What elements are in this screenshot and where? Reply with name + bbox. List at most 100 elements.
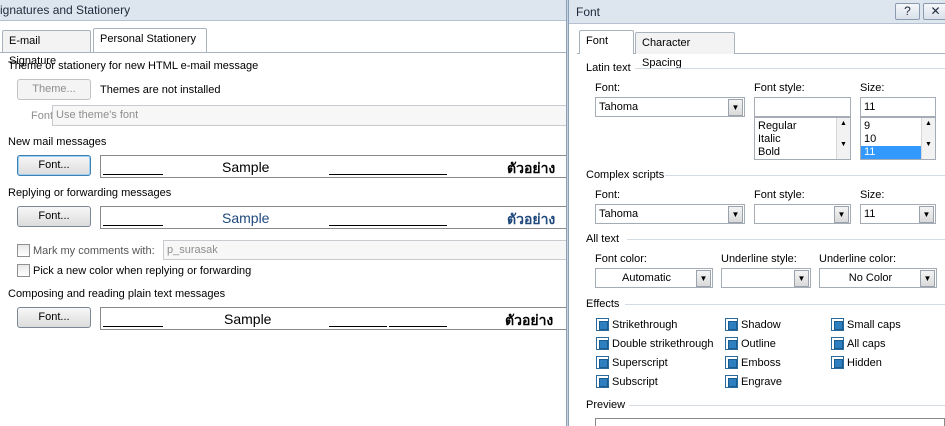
tab-font[interactable]: Font (579, 30, 634, 54)
close-button[interactable]: ✕ (923, 3, 945, 20)
latin-style-list[interactable]: Regular Italic Bold ▲ ▼ (754, 117, 851, 160)
double-strikethrough-checkbox[interactable] (596, 337, 609, 350)
mark-comments-checkbox[interactable] (17, 244, 30, 257)
new-mail-thai-sample: ตัวอย่าง (507, 161, 556, 177)
reply-thai-sample: ตัวอย่าง (507, 212, 556, 228)
shadow-checkbox[interactable] (725, 318, 738, 331)
underline-color-combo[interactable]: No Color ▼ (819, 268, 937, 288)
complex-font-value: Tahoma (599, 208, 639, 220)
outline-checkbox[interactable] (725, 337, 738, 350)
plain-text-sample-box: Sample ตัวอย่าง (100, 307, 570, 330)
list-item-selected[interactable]: 11 (861, 146, 921, 159)
new-mail-heading: New mail messages (8, 136, 107, 148)
latin-font-value: Tahoma (599, 101, 639, 113)
hidden-checkbox[interactable] (831, 356, 844, 369)
theme-section-heading: Theme or stationery for new HTML e-mail … (8, 60, 259, 72)
complex-style-combo[interactable]: ▼ (754, 204, 851, 224)
complex-size-value: 11 (864, 208, 876, 220)
superscript-label: Superscript (612, 357, 668, 369)
chevron-down-icon[interactable]: ▼ (794, 270, 809, 287)
emboss-checkbox[interactable] (725, 356, 738, 369)
tab-character-spacing-label: Character Spacing (642, 37, 691, 69)
complex-size-combo[interactable]: 11 ▼ (860, 204, 936, 224)
help-button[interactable]: ? (895, 3, 920, 20)
signatures-dialog: Signatures and Stationery E-mail Signatu… (0, 0, 573, 426)
pick-color-checkbox[interactable] (17, 264, 30, 277)
complex-style-label: Font style: (754, 189, 805, 201)
theme-button[interactable]: Theme... (17, 79, 91, 100)
reply-heading: Replying or forwarding messages (8, 187, 172, 199)
chevron-down-icon[interactable]: ▼ (728, 99, 743, 116)
new-mail-sample-box: Sample ตัวอย่าง (100, 155, 570, 178)
chevron-down-icon[interactable]: ▼ (919, 206, 934, 223)
latin-size-list[interactable]: 9 10 11 ▲ ▼ (860, 117, 936, 160)
subscript-label: Subscript (612, 376, 658, 388)
tab-personal-stationery[interactable]: Personal Stationery (93, 28, 207, 52)
superscript-checkbox[interactable] (596, 356, 609, 369)
effects-heading: Effects (586, 298, 620, 310)
emboss-label: Emboss (741, 357, 781, 369)
theme-status-text: Themes are not installed (100, 84, 221, 96)
effects-separator (625, 304, 945, 305)
complex-separator (665, 175, 945, 176)
complex-heading: Complex scripts (586, 169, 665, 181)
new-mail-font-button[interactable]: Font... (17, 155, 91, 176)
engrave-checkbox[interactable] (725, 375, 738, 388)
plain-text-font-button[interactable]: Font... (17, 307, 91, 328)
engrave-label: Engrave (741, 376, 782, 388)
latin-size-label: Size: (860, 82, 885, 94)
complex-font-label: Font: (595, 189, 621, 201)
all-text-separator (627, 239, 945, 240)
all-text-heading: All text (586, 233, 620, 245)
scrollbar[interactable]: ▲ ▼ (921, 118, 935, 159)
font-title-bar: Font ? ✕ (569, 0, 945, 24)
latin-font-combo[interactable]: Tahoma ▼ (595, 97, 745, 117)
mark-comments-label: Mark my comments with: (33, 245, 155, 257)
small-caps-label: Small caps (847, 319, 901, 331)
reply-font-button[interactable]: Font... (17, 206, 91, 227)
small-caps-checkbox[interactable] (831, 318, 844, 331)
new-mail-sample-text: Sample (222, 159, 270, 175)
sample-underline-right (329, 225, 447, 226)
scrollbar[interactable]: ▲ ▼ (836, 118, 850, 159)
signatures-title-bar: Signatures and Stationery (0, 0, 568, 21)
latin-size-input[interactable]: 11 (860, 97, 936, 117)
signatures-title: Signatures and Stationery (0, 3, 131, 17)
underline-color-value: No Color (848, 272, 893, 284)
latin-text-heading: Latin text (586, 62, 631, 74)
font-color-combo[interactable]: Automatic ▼ (595, 268, 713, 288)
hidden-label: Hidden (847, 357, 882, 369)
double-strikethrough-label: Double strikethrough (612, 338, 714, 350)
tab-font-label: Font (586, 35, 609, 47)
chevron-down-icon[interactable]: ▼ (834, 206, 849, 223)
strikethrough-label: Strikethrough (612, 319, 678, 331)
sample-underline-left (103, 174, 163, 175)
strikethrough-checkbox[interactable] (596, 318, 609, 331)
font-dialog-title: Font (576, 5, 601, 19)
tab-character-spacing[interactable]: Character Spacing (635, 32, 735, 69)
underline-style-combo[interactable]: ▼ (721, 268, 811, 288)
mark-comments-input[interactable]: p_surasak (163, 240, 573, 260)
all-caps-checkbox[interactable] (831, 337, 844, 350)
underline-color-label: Underline color: (819, 253, 897, 265)
outline-label: Outline (741, 338, 776, 350)
all-caps-label: All caps (847, 338, 886, 350)
latin-style-input[interactable] (754, 97, 851, 117)
theme-font-field: Use theme's font (52, 105, 572, 126)
tab-email-signature[interactable]: E-mail Signature (2, 30, 91, 67)
chevron-down-icon[interactable]: ▼ (696, 270, 711, 287)
pick-color-label: Pick a new color when replying or forwar… (33, 265, 252, 277)
preview-heading: Preview (586, 399, 626, 411)
plain-text-thai-sample: ตัวอย่าง (505, 313, 554, 329)
chevron-down-icon[interactable]: ▼ (728, 206, 743, 223)
sample-underline-right (389, 326, 447, 327)
preview-separator (629, 405, 945, 406)
subscript-checkbox[interactable] (596, 375, 609, 388)
font-color-value: Automatic (622, 272, 671, 284)
font-dialog: Font ? ✕ Font Character Spacing Latin te… (569, 0, 945, 426)
sample-underline-right (329, 174, 447, 175)
complex-font-combo[interactable]: Tahoma ▼ (595, 204, 745, 224)
reply-sample-text: Sample (222, 210, 270, 226)
chevron-down-icon[interactable]: ▼ (920, 270, 935, 287)
underline-style-label: Underline style: (721, 253, 797, 265)
